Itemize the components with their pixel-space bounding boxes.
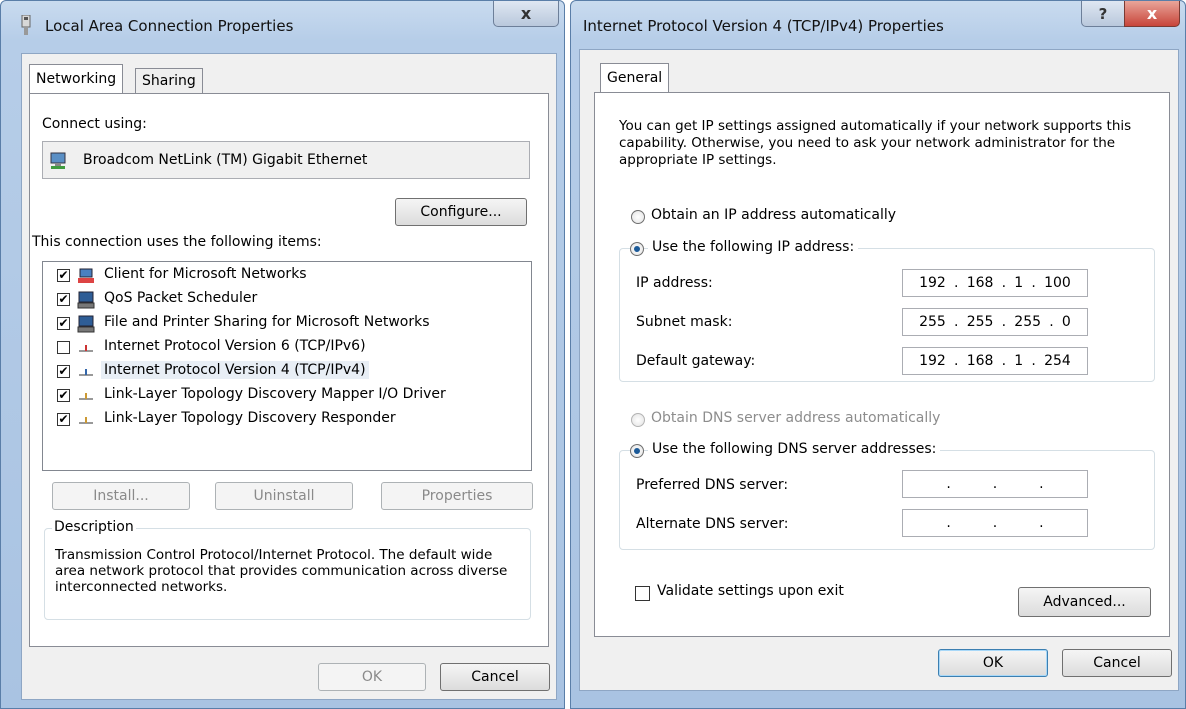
help-icon: ? [1098, 4, 1108, 23]
preferred-dns-field[interactable]: ... [902, 470, 1088, 498]
protocol-icon [79, 345, 93, 352]
item-checkbox[interactable]: ✔ [57, 269, 70, 282]
item-checkbox[interactable]: ✔ [57, 389, 70, 402]
ipv4-properties-window: Internet Protocol Version 4 (TCP/IPv4) P… [570, 0, 1186, 709]
item-label: Internet Protocol Version 6 (TCP/IPv6) [104, 338, 366, 354]
item-checkbox[interactable]: ✔ [57, 293, 70, 306]
gateway-label: Default gateway: [636, 353, 756, 369]
intro-text: You can get IP settings assigned automat… [619, 118, 1132, 168]
ip-octet: 192 [919, 275, 946, 291]
adapter-name: Broadcom NetLink (TM) Gigabit Ethernet [83, 152, 368, 168]
protocol-icon [79, 417, 93, 424]
protocol-icon [79, 369, 93, 376]
tab-networking[interactable]: Networking [29, 64, 124, 94]
advanced-button[interactable]: Advanced... [1018, 587, 1151, 617]
use-ip-radio[interactable] [630, 242, 644, 256]
ip-address-group: Use the following IP address: IP address… [619, 239, 1155, 382]
general-panel: You can get IP settings assigned automat… [594, 92, 1170, 637]
obtain-dns-label: Obtain DNS server address automatically [651, 410, 941, 426]
networking-panel: Connect using: Broadcom NetLink (TM) Gig… [29, 93, 549, 647]
close-icon: x [1146, 4, 1158, 23]
ip-octet: 254 [1044, 353, 1071, 369]
protocol-icon [79, 393, 93, 400]
item-label: Internet Protocol Version 4 (TCP/IPv4) [101, 361, 369, 379]
validate-label: Validate settings upon exit [657, 583, 844, 599]
ip-address-label: IP address: [636, 275, 713, 291]
dialog-client-area: Networking Sharing Connect using: Broadc… [21, 53, 557, 700]
use-dns-label: Use the following DNS server addresses: [648, 441, 941, 457]
network-client-icon [78, 268, 94, 283]
cancel-button[interactable]: Cancel [440, 663, 550, 691]
uninstall-button[interactable]: Uninstall [215, 482, 353, 510]
ip-octet: 192 [919, 353, 946, 369]
configure-button[interactable]: Configure... [395, 198, 527, 226]
subnet-label: Subnet mask: [636, 314, 733, 330]
dns-group: Use the following DNS server addresses: … [619, 441, 1155, 550]
obtain-dns-radio[interactable] [631, 413, 645, 427]
ip-octet: 168 [966, 275, 994, 291]
network-adapter-icon [21, 15, 31, 35]
connect-using-label: Connect using: [42, 116, 147, 132]
subnet-mask-field[interactable]: 255. 255. 255. 0 [902, 308, 1088, 336]
title-bar[interactable]: Internet Protocol Version 4 (TCP/IPv4) P… [571, 1, 1185, 53]
ip-octet: 255 [966, 314, 994, 330]
items-list[interactable]: ✔ Client for Microsoft Networks ✔ QoS Pa… [42, 261, 532, 471]
item-checkbox[interactable]: ✔ [57, 365, 70, 378]
properties-button[interactable]: Properties [381, 482, 533, 510]
install-button[interactable]: Install... [52, 482, 190, 510]
item-label: Link-Layer Topology Discovery Mapper I/O… [104, 386, 446, 402]
obtain-ip-radio[interactable] [631, 210, 645, 224]
close-button[interactable]: x [493, 1, 559, 27]
item-label: File and Printer Sharing for Microsoft N… [104, 314, 430, 330]
window-title: Local Area Connection Properties [45, 17, 294, 35]
ip-octet: 1 [1014, 275, 1024, 291]
items-label: This connection uses the following items… [32, 234, 322, 250]
ip-octet: 255 [1014, 314, 1042, 330]
ip-address-field[interactable]: 192. 168. 1. 100 [902, 269, 1088, 297]
ip-octet: 0 [1061, 314, 1071, 330]
obtain-ip-label: Obtain an IP address automatically [651, 207, 897, 223]
tab-general[interactable]: General [600, 63, 670, 93]
alternate-dns-field[interactable]: ... [902, 509, 1088, 537]
use-dns-radio[interactable] [630, 444, 644, 458]
item-label: QoS Packet Scheduler [104, 290, 258, 306]
tab-sharing[interactable]: Sharing [135, 68, 203, 94]
computer-icon [77, 315, 95, 333]
item-checkbox[interactable] [57, 341, 70, 354]
description-text: Transmission Control Protocol/Internet P… [55, 547, 508, 595]
local-area-connection-properties-window: Local Area Connection Properties x Netwo… [0, 0, 565, 709]
ok-button[interactable]: OK [938, 649, 1048, 677]
ip-octet: 255 [919, 314, 946, 330]
item-checkbox[interactable]: ✔ [57, 413, 70, 426]
adapter-box: Broadcom NetLink (TM) Gigabit Ethernet [42, 141, 530, 179]
item-label: Client for Microsoft Networks [104, 266, 307, 282]
description-group: Description Transmission Control Protoco… [44, 519, 531, 620]
window-title: Internet Protocol Version 4 (TCP/IPv4) P… [583, 17, 944, 35]
dialog-client-area: General You can get IP settings assigned… [579, 49, 1179, 691]
default-gateway-field[interactable]: 192. 168. 1. 254 [902, 347, 1088, 375]
item-checkbox[interactable]: ✔ [57, 317, 70, 330]
cancel-button[interactable]: Cancel [1062, 649, 1172, 677]
item-label: Link-Layer Topology Discovery Responder [104, 410, 396, 426]
close-button[interactable]: x [1124, 1, 1180, 27]
alternate-dns-label: Alternate DNS server: [636, 516, 789, 532]
help-button[interactable]: ? [1081, 1, 1125, 27]
validate-checkbox[interactable] [635, 586, 650, 601]
adapter-icon [50, 152, 66, 169]
preferred-dns-label: Preferred DNS server: [636, 477, 789, 493]
use-ip-label: Use the following IP address: [648, 239, 859, 255]
close-icon: x [520, 4, 532, 23]
title-bar[interactable]: Local Area Connection Properties x [1, 1, 564, 53]
ip-octet: 168 [966, 353, 994, 369]
description-title: Description [52, 519, 136, 535]
ip-octet: 1 [1014, 353, 1024, 369]
computer-icon [77, 291, 95, 309]
ok-button[interactable]: OK [318, 663, 426, 691]
ip-octet: 100 [1044, 275, 1071, 291]
